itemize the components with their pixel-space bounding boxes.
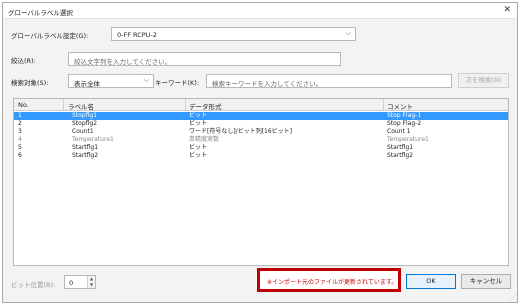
cell-label-name: Temperature1 [72, 136, 114, 143]
cell-no: 5 [18, 144, 22, 151]
search-target-dropdown[interactable]: 表示全体 ⌵ [68, 74, 154, 88]
global-label-select-dialog: グローバルラベル選択 ✕ グローバルラベル設定(G): 0-FF RCPU-2 … [2, 2, 518, 303]
cell-data-type: ビット [189, 120, 208, 127]
filter-label: 絞込(R): [11, 57, 36, 65]
search-target-value: 表示全体 [74, 80, 100, 88]
close-icon[interactable]: ✕ [503, 5, 511, 15]
cell-label-name: Count1 [72, 128, 94, 135]
cell-data-type: 単精度実数 [189, 136, 220, 143]
bit-position-spinner[interactable]: 0 ▲ ▼ [64, 275, 96, 289]
column-divider [185, 99, 186, 111]
chevron-down-icon: ⌵ [345, 29, 351, 37]
chevron-down-icon: ⌵ [143, 76, 149, 84]
cell-no: 6 [18, 152, 22, 159]
table-row[interactable]: 6 Startflg2 ビット Startflg2 [14, 152, 508, 160]
cell-no: 2 [18, 120, 22, 127]
table-row[interactable]: 5 Startflg1 ビット Startflg1 [14, 144, 508, 152]
cell-label-name: Startflg2 [72, 152, 99, 159]
cell-comment: Temperature1 [387, 136, 429, 143]
spin-down-icon[interactable]: ▼ [87, 282, 95, 288]
title-bar: グローバルラベル選択 ✕ [3, 3, 517, 19]
cell-label-name: Stopflg1 [72, 112, 98, 119]
bit-position-value: 0 [69, 279, 74, 287]
cell-comment: Stop Flag-2 [387, 120, 422, 127]
column-divider [383, 99, 384, 111]
column-header-comment[interactable]: コメント [387, 101, 413, 111]
cell-data-type: ワード[符号なし]/ビット列[16ビット] [189, 128, 293, 135]
column-divider [63, 99, 64, 111]
table-row[interactable]: 3 Count1 ワード[符号なし]/ビット列[16ビット] Count 1 [14, 128, 508, 136]
keyword-placeholder: 検索キーワードを入力してください。 [212, 80, 323, 88]
cell-no: 4 [18, 136, 22, 143]
table-row[interactable]: 2 Stopflg2 ビット Stop Flag-2 [14, 120, 508, 128]
cell-comment: Startflg2 [387, 152, 414, 159]
cell-comment: Count 1 [387, 128, 411, 135]
ok-button[interactable]: OK [406, 274, 456, 289]
cell-comment: Stop Flag-1 [387, 112, 422, 119]
cell-comment: Startflg1 [387, 144, 414, 151]
cell-data-type: ビット [189, 144, 208, 151]
global-label-setting-dropdown[interactable]: 0-FF RCPU-2 ⌵ [111, 27, 356, 41]
table-row[interactable]: 1 Stopflg1 ビット Stop Flag-1 [14, 112, 508, 120]
cell-label-name: Stopflg2 [72, 120, 98, 127]
cell-no: 3 [18, 128, 22, 135]
filter-placeholder: 絞込文字列を入力してください。 [74, 58, 172, 66]
table-row[interactable]: 4 Temperature1 単精度実数 Temperature1 [14, 136, 508, 144]
keyword-input[interactable]: 検索キーワードを入力してください。 [206, 74, 452, 88]
resize-grip-icon[interactable]: ⋰ [510, 294, 516, 301]
global-label-setting-value: 0-FF RCPU-2 [117, 31, 157, 39]
import-updated-notice: ※インポート元のファイルが更新されています。 [257, 268, 401, 292]
notice-text: ※インポート元のファイルが更新されています。 [267, 279, 398, 286]
search-target-label: 検索対象(S): [11, 79, 49, 87]
cell-data-type: ビット [189, 112, 208, 119]
cancel-button[interactable]: キャンセル [461, 274, 511, 289]
column-header-data-type[interactable]: データ形式 [189, 101, 222, 111]
keyword-label: キーワード(K): [155, 79, 200, 87]
label-table: No. ラベル名 データ形式 コメント 1 Stopflg1 ビット Stop Fla… [13, 98, 509, 266]
cell-label-name: Startflg1 [72, 144, 99, 151]
global-label-setting-label: グローバルラベル設定(G): [11, 32, 89, 40]
column-header-label-name[interactable]: ラベル名 [68, 101, 94, 111]
column-header-no[interactable]: No. [18, 101, 29, 109]
filter-input[interactable]: 絞込文字列を入力してください。 [68, 52, 341, 66]
bit-position-label: ビット位置(B): [11, 281, 56, 289]
window-title: グローバルラベル選択 [8, 9, 73, 17]
find-next-button[interactable]: 次を検索(N) [458, 73, 509, 88]
cell-data-type: ビット [189, 152, 208, 159]
table-header: No. ラベル名 データ形式 コメント [14, 99, 508, 111]
cell-no: 1 [18, 112, 22, 119]
